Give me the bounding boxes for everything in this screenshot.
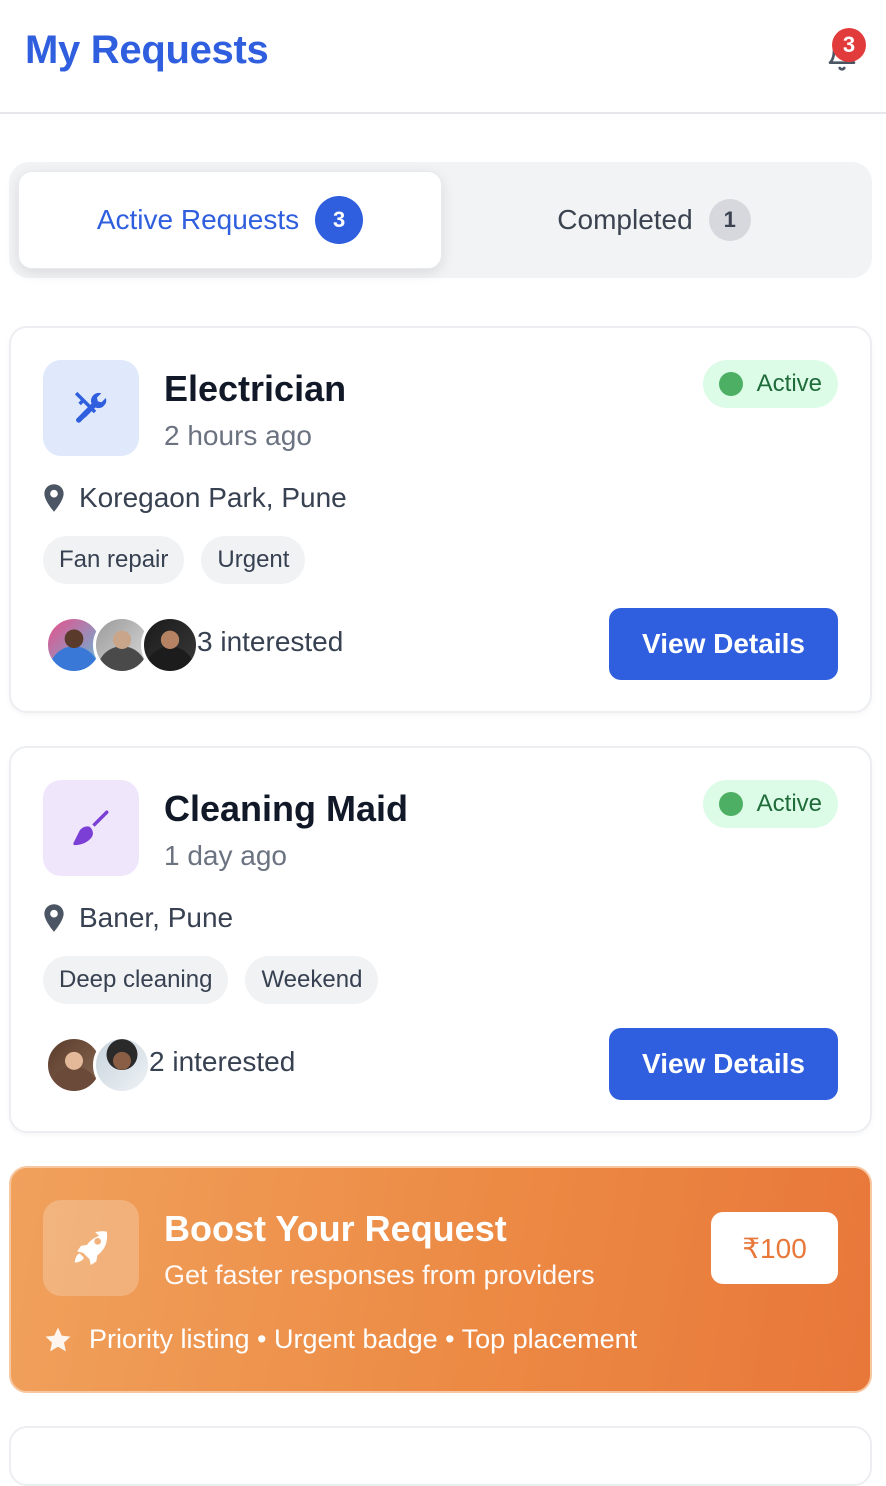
status-label: Active: [756, 790, 822, 817]
tab-active-requests[interactable]: Active Requests 3: [18, 171, 442, 269]
request-tabs: Active Requests 3 Completed 1: [9, 162, 872, 278]
broom-icon: [73, 810, 109, 846]
tab-count-badge: 1: [708, 199, 751, 241]
status-badge: Active: [702, 780, 838, 828]
status-badge: Active: [702, 360, 838, 408]
boost-subtitle: Get faster responses from providers: [164, 1260, 595, 1290]
map-pin-icon: [44, 484, 64, 512]
boost-request-card[interactable]: Boost Your Request Get faster responses …: [9, 1166, 872, 1393]
tab-label: Active Requests: [96, 204, 300, 235]
service-icon-box: [43, 360, 139, 456]
status-dot: [718, 792, 743, 816]
page-title: My Requests: [25, 28, 269, 72]
tag: Deep cleaning: [43, 956, 229, 1004]
status-label: Active: [756, 370, 822, 397]
request-time: 1 day ago: [164, 840, 287, 871]
card-footer: 2 interested View Details: [43, 1028, 838, 1100]
avatar: [141, 616, 199, 674]
perks-text: Priority listing • Urgent badge • Top pl…: [89, 1324, 638, 1354]
service-icon-box: [43, 780, 139, 876]
tab-completed[interactable]: Completed 1: [442, 171, 866, 269]
boost-icon-box: [43, 1200, 139, 1296]
view-details-button[interactable]: View Details: [609, 1028, 838, 1100]
tag-list: Deep cleaning Weekend: [43, 956, 379, 1004]
star-icon: [45, 1327, 71, 1351]
tab-label: Completed: [557, 204, 693, 235]
rocket-icon: [74, 1231, 108, 1265]
service-title: Cleaning Maid: [164, 788, 409, 829]
request-card-electrician[interactable]: Electrician 2 hours ago Active Koregaon …: [9, 326, 872, 713]
card-footer: 3 interested View Details: [43, 608, 838, 680]
tag: Urgent: [201, 536, 306, 584]
tag-list: Fan repair Urgent: [43, 536, 306, 584]
avatar: [93, 1036, 151, 1094]
location: Baner, Pune: [43, 902, 233, 934]
interested-count: 3 interested: [197, 626, 344, 657]
request-time: 2 hours ago: [164, 420, 312, 451]
interested-avatars: [45, 1036, 151, 1094]
view-details-button[interactable]: View Details: [609, 608, 838, 680]
interested-count: 2 interested: [149, 1046, 296, 1077]
boost-title: Boost Your Request: [164, 1208, 507, 1249]
tools-icon: [74, 391, 107, 423]
boost-price-button[interactable]: ₹100: [711, 1212, 838, 1284]
location: Koregaon Park, Pune: [43, 482, 347, 514]
service-title: Electrician: [164, 368, 347, 409]
app-header: My Requests 3: [0, 0, 886, 114]
tag: Weekend: [245, 956, 379, 1004]
notifications-button[interactable]: 3: [822, 28, 866, 74]
map-pin-icon: [44, 904, 64, 932]
tab-count-badge: 3: [315, 196, 364, 244]
request-card-cleaning-maid[interactable]: Cleaning Maid 1 day ago Active Baner, Pu…: [9, 746, 872, 1133]
interested-avatars: [45, 616, 199, 674]
boost-perks: Priority listing • Urgent badge • Top pl…: [43, 1324, 637, 1355]
notification-count-badge: 3: [832, 28, 866, 62]
request-card-partial: [9, 1426, 872, 1486]
status-dot: [718, 372, 743, 396]
tag: Fan repair: [43, 536, 185, 584]
location-text: Koregaon Park, Pune: [79, 482, 347, 513]
location-text: Baner, Pune: [79, 902, 234, 933]
